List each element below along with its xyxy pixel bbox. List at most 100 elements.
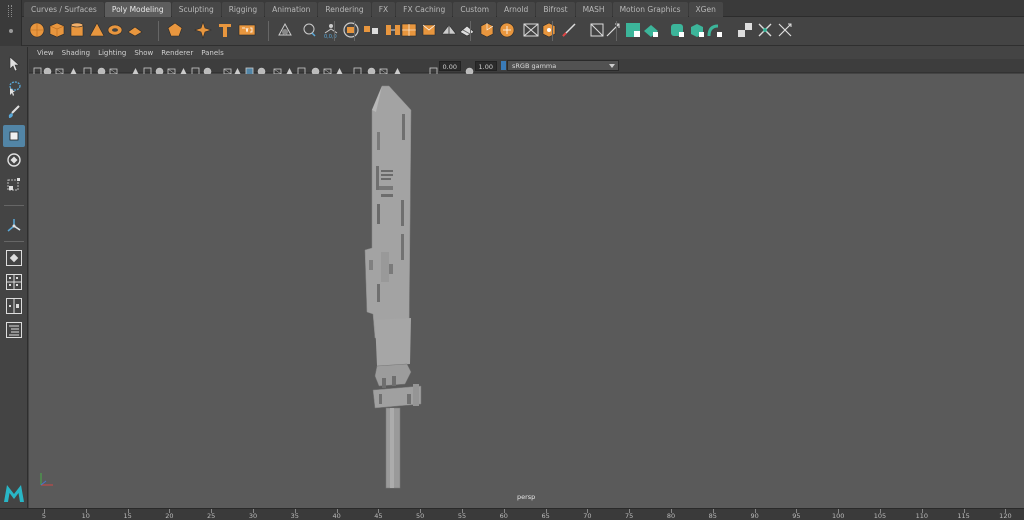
default-material-icon[interactable] bbox=[245, 61, 254, 76]
shelf-tab-mash[interactable]: MASH bbox=[575, 2, 612, 17]
time-slider[interactable]: 5 10 15 20 25 30 35 40 45 50 55 60 65 70 75 80 85 90 95 100… bbox=[0, 508, 1024, 520]
separate-icon[interactable] bbox=[342, 21, 360, 39]
move-tool-icon[interactable] bbox=[3, 125, 25, 147]
single-pane-icon[interactable] bbox=[3, 247, 25, 269]
gamma-icon[interactable] bbox=[465, 61, 474, 76]
scale-tool-icon[interactable] bbox=[3, 173, 25, 195]
panel-menu-shading[interactable]: Shading bbox=[62, 48, 90, 59]
shelf-tab-rendering[interactable]: Rendering bbox=[318, 2, 371, 17]
color-space-select[interactable]: sRGB gamma bbox=[507, 60, 619, 71]
last-tool-icon[interactable] bbox=[3, 215, 25, 237]
xray-icon[interactable] bbox=[367, 61, 376, 76]
field-chart-icon[interactable] bbox=[179, 61, 188, 75]
platonic-icon[interactable] bbox=[166, 21, 184, 39]
shelf-tab-motion-graphics[interactable]: Motion Graphics bbox=[612, 2, 688, 17]
cone-icon[interactable] bbox=[88, 21, 106, 39]
paint-select-icon[interactable] bbox=[3, 101, 25, 123]
shelf-tab-xgen[interactable]: XGen bbox=[688, 2, 723, 17]
panel-menu-lighting[interactable]: Lighting bbox=[98, 48, 126, 59]
panel-menu-view[interactable]: View bbox=[37, 48, 54, 59]
auto-map-icon[interactable] bbox=[706, 21, 724, 39]
wedge-icon[interactable] bbox=[522, 21, 540, 39]
shelf-tab-arnold[interactable]: Arnold bbox=[497, 2, 536, 17]
shelf-tab-poly-modeling[interactable]: Poly Modeling bbox=[104, 2, 171, 17]
lasso-tool-icon[interactable] bbox=[3, 77, 25, 99]
anti-aliasing-icon[interactable] bbox=[323, 61, 332, 75]
shelf-handle[interactable] bbox=[0, 0, 22, 46]
perspective-viewport[interactable]: persp bbox=[29, 74, 1024, 508]
shelf-tab-animation[interactable]: Animation bbox=[265, 2, 318, 17]
shelf-tab-rigging[interactable]: Rigging bbox=[221, 2, 265, 17]
planar-map-icon[interactable] bbox=[642, 21, 660, 39]
triangulate-icon[interactable] bbox=[440, 21, 458, 39]
panel-menu-show[interactable]: Show bbox=[134, 48, 153, 59]
panel-menu-panels[interactable]: Panels bbox=[201, 48, 224, 59]
sphere-icon[interactable] bbox=[28, 21, 46, 39]
shelf-tab-fx-caching[interactable]: FX Caching bbox=[396, 2, 453, 17]
super-shape-icon[interactable] bbox=[300, 21, 318, 39]
isolate-select-icon[interactable] bbox=[353, 61, 362, 76]
grease-pencil-icon[interactable] bbox=[109, 61, 118, 75]
two-d-pan-icon[interactable] bbox=[97, 61, 106, 76]
sword-model[interactable] bbox=[29, 74, 1024, 508]
color-management-toggle[interactable] bbox=[501, 61, 506, 70]
exposure-icon[interactable] bbox=[429, 61, 438, 76]
plane-icon[interactable] bbox=[126, 21, 144, 39]
shelf-tab-custom[interactable]: Custom bbox=[453, 2, 497, 17]
shelf-tab-curves-surfaces[interactable]: Curves / Surfaces bbox=[24, 2, 104, 17]
cylindrical-map-icon[interactable] bbox=[668, 21, 686, 39]
quadrangulate-icon[interactable] bbox=[458, 21, 476, 39]
lock-camera-icon[interactable] bbox=[43, 61, 52, 76]
shelf-tab-sculpting[interactable]: Sculpting bbox=[171, 2, 221, 17]
connect-icon[interactable] bbox=[604, 21, 622, 39]
textured-icon[interactable] bbox=[257, 61, 266, 76]
bevel-icon[interactable] bbox=[478, 21, 496, 39]
svg-icon[interactable] bbox=[238, 21, 256, 39]
text-tool-icon[interactable] bbox=[216, 21, 234, 39]
cut-uv-icon[interactable] bbox=[776, 21, 794, 39]
safe-action-icon[interactable] bbox=[191, 61, 200, 76]
smooth-shade-icon[interactable] bbox=[233, 61, 242, 75]
resolution-gate-icon[interactable] bbox=[155, 61, 164, 76]
poke-icon[interactable] bbox=[540, 21, 558, 39]
ambient-occlusion-icon[interactable] bbox=[297, 61, 306, 76]
torus-icon[interactable] bbox=[106, 21, 124, 39]
shelf-tab-fx[interactable]: FX bbox=[371, 2, 396, 17]
select-tool-icon[interactable] bbox=[3, 53, 25, 75]
two-pane-icon[interactable] bbox=[3, 295, 25, 317]
wireframe-icon[interactable] bbox=[223, 61, 232, 75]
star-icon[interactable] bbox=[194, 21, 212, 39]
backface-culling-icon[interactable] bbox=[393, 61, 402, 75]
xray-joints-icon[interactable] bbox=[379, 61, 388, 75]
shelf-tab-bifrost[interactable]: Bifrost bbox=[536, 2, 575, 17]
bookmark-icon[interactable] bbox=[69, 61, 78, 75]
camera-attributes-icon[interactable] bbox=[55, 61, 64, 75]
multi-cut-icon[interactable] bbox=[560, 21, 578, 39]
shelf-options-icon[interactable] bbox=[9, 29, 13, 33]
sew-icon[interactable] bbox=[756, 21, 774, 39]
sculpt-icon[interactable] bbox=[276, 21, 294, 39]
reduce-icon[interactable] bbox=[420, 21, 438, 39]
spherical-map-icon[interactable] bbox=[688, 21, 706, 39]
gate-mask-icon[interactable] bbox=[167, 61, 176, 75]
four-pane-icon[interactable] bbox=[3, 271, 25, 293]
film-gate-icon[interactable] bbox=[143, 61, 152, 76]
select-camera-icon[interactable] bbox=[33, 61, 42, 76]
uv-layout-icon[interactable] bbox=[624, 21, 642, 39]
cube-icon[interactable] bbox=[48, 21, 66, 39]
checker-icon[interactable] bbox=[736, 21, 754, 39]
outliner-icon[interactable] bbox=[3, 319, 25, 341]
shadows-icon[interactable] bbox=[285, 61, 294, 75]
cylinder-icon[interactable] bbox=[68, 21, 86, 39]
smooth-icon[interactable] bbox=[400, 21, 418, 39]
exposure-field[interactable]: 0.00 bbox=[439, 61, 461, 71]
rotate-tool-icon[interactable] bbox=[3, 149, 25, 171]
combine-icon[interactable]: 0,0,0 bbox=[322, 21, 340, 40]
depth-of-field-icon[interactable] bbox=[335, 61, 344, 75]
image-plane-icon[interactable] bbox=[83, 61, 92, 76]
safe-title-icon[interactable] bbox=[203, 61, 212, 76]
panel-menu-renderer[interactable]: Renderer bbox=[161, 48, 193, 59]
mirror-icon[interactable] bbox=[362, 21, 380, 39]
grid-icon[interactable] bbox=[131, 61, 140, 75]
extrude-icon[interactable] bbox=[498, 21, 516, 39]
